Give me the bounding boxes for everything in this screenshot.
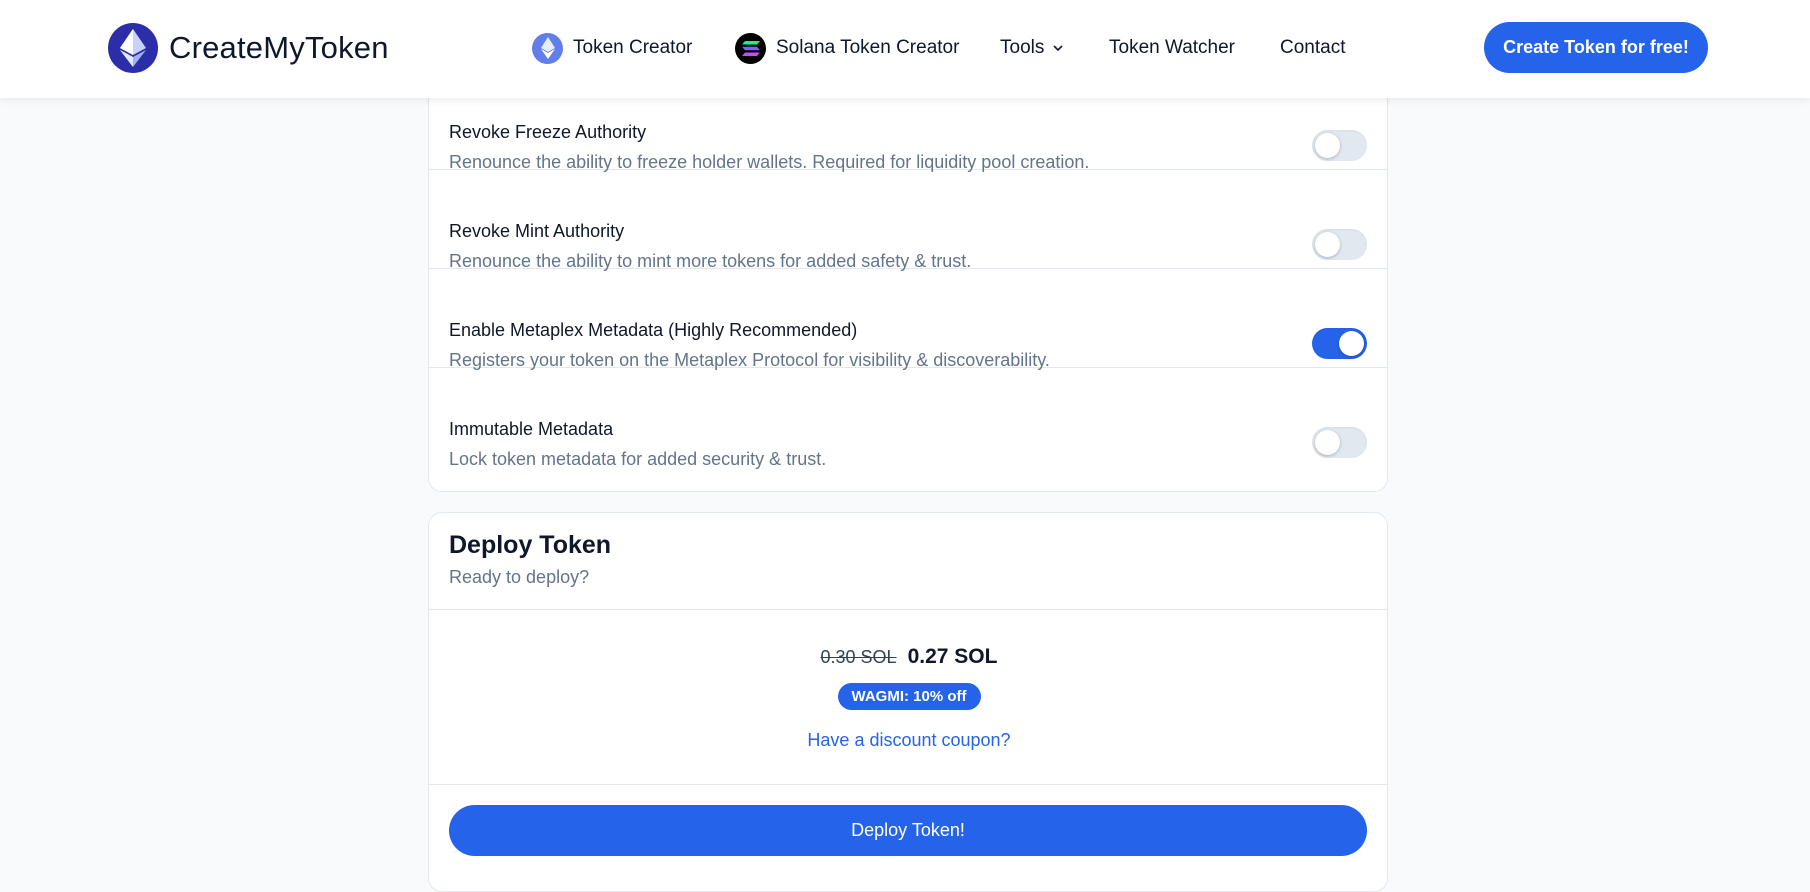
divider — [429, 784, 1387, 785]
option-title: Immutable Metadata — [449, 419, 614, 439]
revoke-mint-toggle[interactable] — [1312, 229, 1367, 260]
nav-token-watcher[interactable]: Token Watcher — [1109, 30, 1235, 66]
nav-solana-token-creator[interactable]: Solana Token Creator — [735, 30, 959, 66]
toggle-knob — [1315, 232, 1340, 257]
price-row: 0.30 SOL 0.27 SOL — [429, 645, 1387, 675]
site-header: CreateMyToken Token Creator Solana Token… — [0, 0, 1810, 98]
metaplex-metadata-toggle[interactable] — [1312, 328, 1367, 359]
discount-coupon-link[interactable]: Have a discount coupon? — [429, 730, 1387, 751]
original-price: 0.30 SOL — [820, 647, 897, 667]
brand-name: CreateMyToken — [169, 30, 389, 65]
deploy-token-card: Deploy Token Ready to deploy? 0.30 SOL 0… — [428, 512, 1388, 892]
nav-tools-dropdown[interactable]: Tools — [1000, 30, 1064, 66]
discount-badge: WAGMI: 10% off — [837, 683, 981, 710]
toggle-knob — [1315, 430, 1340, 455]
nav-token-creator[interactable]: Token Creator — [532, 30, 692, 66]
option-title: Revoke Freeze Authority — [449, 122, 647, 142]
nav-solana-label: Solana Token Creator — [776, 37, 960, 58]
brand-logo[interactable]: CreateMyToken — [108, 23, 389, 73]
ethereum-icon — [532, 32, 563, 64]
chevron-down-icon — [1053, 45, 1063, 52]
option-immutable-metadata: Immutable Metadata Lock token metadata f… — [429, 368, 1387, 469]
nav-contact-label: Contact — [1280, 37, 1346, 58]
deploy-card-header: Deploy Token Ready to deploy? — [429, 513, 1387, 610]
solana-icon — [735, 32, 766, 64]
discounted-price: 0.27 SOL — [907, 645, 998, 668]
ethereum-logo-icon — [108, 23, 158, 73]
option-title: Enable Metaplex Metadata (Highly Recomme… — [449, 320, 858, 340]
create-token-button[interactable]: Create Token for free! — [1484, 22, 1708, 73]
option-revoke-mint: Revoke Mint Authority Renounce the abili… — [429, 170, 1387, 271]
deploy-title: Deploy Token — [449, 531, 612, 559]
nav-token-creator-label: Token Creator — [573, 37, 693, 58]
option-metaplex-metadata: Enable Metaplex Metadata (Highly Recomme… — [429, 269, 1387, 370]
toggle-knob — [1315, 133, 1340, 158]
discount-badge-wrap: WAGMI: 10% off — [429, 683, 1387, 710]
deploy-token-button[interactable]: Deploy Token! — [449, 805, 1367, 856]
deploy-subtitle: Ready to deploy? — [449, 567, 590, 587]
revoke-freeze-toggle[interactable] — [1312, 130, 1367, 161]
nav-token-watcher-label: Token Watcher — [1109, 37, 1236, 58]
toggle-knob — [1339, 331, 1364, 356]
token-options-card: Revoke Freeze Authority Renounce the abi… — [428, 70, 1388, 492]
option-description: Lock token metadata for added security &… — [449, 449, 827, 469]
nav-tools-label: Tools — [1000, 37, 1045, 58]
option-title: Revoke Mint Authority — [449, 221, 625, 241]
nav-contact[interactable]: Contact — [1280, 30, 1345, 66]
immutable-metadata-toggle[interactable] — [1312, 427, 1367, 458]
